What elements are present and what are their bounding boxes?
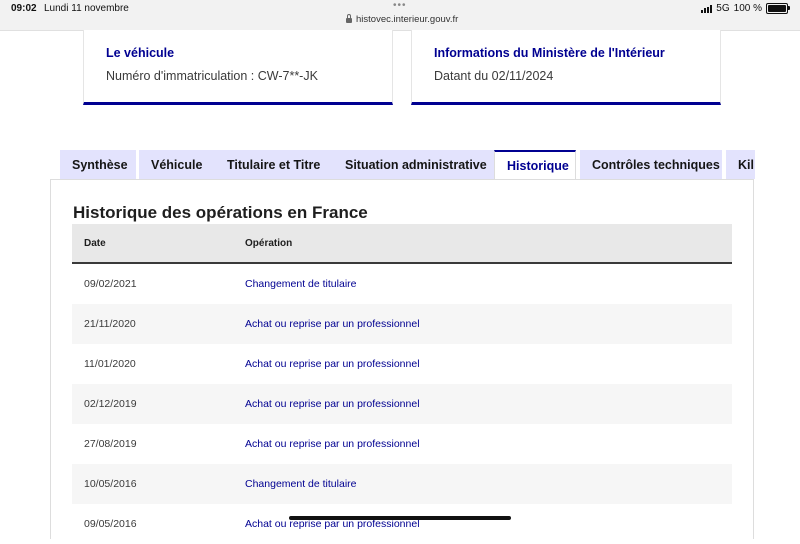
battery-label: 100 % (733, 3, 762, 14)
column-header-operation: Opération (245, 238, 293, 249)
more-options-icon[interactable]: ••• (393, 0, 407, 11)
status-date: Lundi 11 novembre (44, 3, 129, 14)
table-row: 11/01/2020 Achat ou reprise par un profe… (72, 344, 732, 384)
tab-label: Situation administrative (345, 157, 487, 172)
tab-label: Kil (738, 157, 754, 172)
table-row: 02/12/2019 Achat ou reprise par un profe… (72, 384, 732, 424)
table-row: 21/11/2020 Achat ou reprise par un profe… (72, 304, 732, 344)
tab-label: Contrôles techniques (592, 157, 720, 172)
operation-date: 09/05/2016 (84, 518, 137, 530)
operation-date: 09/02/2021 (84, 278, 137, 290)
operation-date: 02/12/2019 (84, 398, 137, 410)
ministry-card-title: Informations du Ministère de l'Intérieur (434, 46, 665, 60)
signal-icon (701, 4, 713, 13)
operation-link[interactable]: Achat ou reprise par un professionnel (245, 438, 420, 450)
table-row: 09/02/2021 Changement de titulaire (72, 264, 732, 304)
ministry-card: Informations du Ministère de l'Intérieur… (411, 30, 721, 105)
report-date: Datant du 02/11/2024 (434, 69, 554, 83)
operation-date: 10/05/2016 (84, 478, 137, 490)
address-bar-url: histovec.interieur.gouv.fr (356, 14, 459, 25)
history-table: Date Opération 09/02/2021 Changement de … (72, 224, 732, 544)
registration-number: Numéro d'immatriculation : CW-7**-JK (106, 69, 318, 83)
operation-date: 21/11/2020 (84, 318, 136, 330)
status-bar: 09:02 Lundi 11 novembre ••• histovec.int… (0, 0, 800, 31)
report-tabs: Synthèse Véhicule Titulaire et Titre Sit… (60, 150, 755, 179)
tab-kilometrage[interactable]: Kil (726, 150, 755, 179)
status-time: 09:02 (11, 3, 37, 14)
operation-date: 11/01/2020 (84, 358, 136, 370)
operation-link[interactable]: Achat ou reprise par un professionnel (245, 358, 420, 370)
operation-link[interactable]: Changement de titulaire (245, 478, 357, 490)
home-indicator[interactable] (289, 516, 511, 520)
address-bar[interactable]: histovec.interieur.gouv.fr (346, 14, 458, 25)
operation-date: 27/08/2019 (84, 438, 137, 450)
tab-historique[interactable]: Historique (494, 150, 576, 179)
column-header-date: Date (84, 238, 106, 249)
operation-link[interactable]: Achat ou reprise par un professionnel (245, 318, 420, 330)
network-label: 5G (716, 3, 730, 14)
table-header: Date Opération (72, 224, 732, 264)
tab-controles-techniques[interactable]: Contrôles techniques (580, 150, 722, 179)
tab-label: Historique (507, 158, 569, 173)
page-title: Historique des opérations en France (73, 203, 368, 222)
lock-icon (346, 14, 352, 23)
tab-label: Synthèse (72, 157, 128, 172)
tab-synthese[interactable]: Synthèse (60, 150, 136, 179)
tab-label: Véhicule (151, 157, 203, 172)
operation-link[interactable]: Changement de titulaire (245, 278, 357, 290)
tab-titulaire[interactable]: Titulaire et Titre (215, 150, 335, 179)
table-row: 27/08/2019 Achat ou reprise par un profe… (72, 424, 732, 464)
vehicle-card-title: Le véhicule (106, 46, 175, 60)
battery-icon (766, 3, 790, 14)
operation-link[interactable]: Achat ou reprise par un professionnel (245, 398, 420, 410)
table-row: 09/05/2016 Achat ou reprise par un profe… (72, 504, 732, 544)
tab-label: Titulaire et Titre (227, 157, 321, 172)
vehicle-card: Le véhicule Numéro d'immatriculation : C… (83, 30, 393, 105)
status-indicators: 5G 100 % (701, 3, 790, 14)
table-body: 09/02/2021 Changement de titulaire 21/11… (72, 264, 732, 544)
table-row: 10/05/2016 Changement de titulaire (72, 464, 732, 504)
